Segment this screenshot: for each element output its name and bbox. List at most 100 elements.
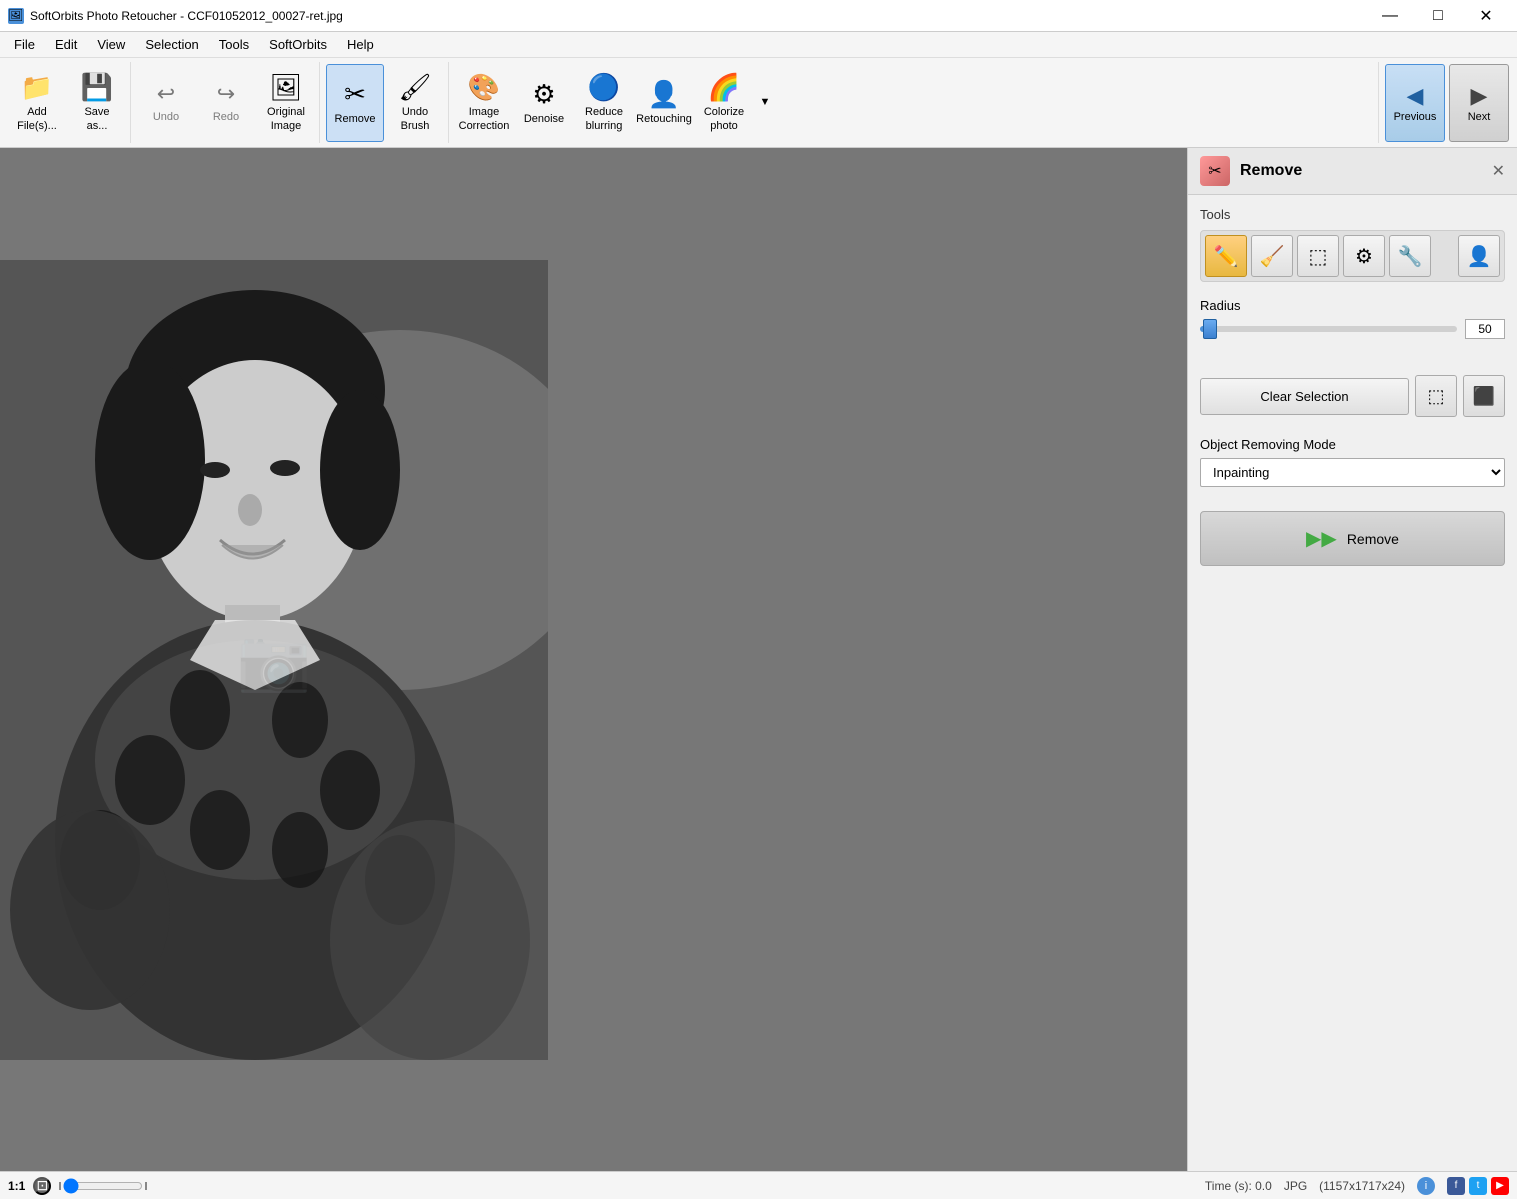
colorize-photo-label: Colorizephoto (704, 106, 744, 132)
remove-label: Remove (1347, 531, 1399, 547)
menu-edit[interactable]: Edit (45, 34, 87, 55)
redo-button[interactable]: ↪ Redo (197, 64, 255, 142)
toolbox-panel: ✂ Remove ✕ Tools ✏️ 🧹 ⬚ ⚙ 🔧 👤 Radius (1187, 148, 1517, 1171)
maximize-button[interactable]: □ (1415, 0, 1461, 32)
radius-slider-track[interactable] (1200, 326, 1457, 332)
select-inside-icon: ⬚ (1427, 386, 1444, 407)
toolbar-group-edit: ↩ Undo ↪ Redo 🖼 OriginalImage (133, 62, 320, 143)
info-button[interactable]: i (1417, 1177, 1435, 1195)
denoise-button[interactable]: ⚙ Denoise (515, 64, 573, 142)
zoom-level: 1:1 (8, 1179, 25, 1193)
image-correction-label: ImageCorrection (459, 106, 510, 132)
social-icons: f t ▶ (1447, 1177, 1509, 1195)
close-button[interactable]: ✕ (1463, 0, 1509, 32)
more-tools-button[interactable]: ▼ (755, 64, 775, 142)
radius-slider-thumb[interactable] (1203, 319, 1217, 339)
tools-section-label: Tools (1200, 207, 1505, 222)
undo-brush-icon: 🖌 (398, 72, 431, 103)
colorize-photo-button[interactable]: 🌈 Colorizephoto (695, 64, 753, 142)
undo-brush-button[interactable]: 🖌 UndoBrush (386, 64, 444, 142)
add-files-button[interactable]: 📁 AddFile(s)... (8, 64, 66, 142)
zoom-tick2 (145, 1182, 147, 1190)
youtube-icon[interactable]: ▶ (1491, 1177, 1509, 1195)
titlebar-left: 🖼 SoftOrbits Photo Retoucher - CCF010520… (8, 8, 343, 24)
zoom-display: 1:1 (8, 1179, 25, 1193)
previous-label: Previous (1394, 111, 1437, 123)
time-label: Time (s): 0.0 (1205, 1179, 1272, 1193)
toolbox-icon: ✂ (1200, 156, 1230, 186)
toolbox-body: Tools ✏️ 🧹 ⬚ ⚙ 🔧 👤 Radius (1188, 195, 1517, 1171)
toolbox-close-button[interactable]: ✕ (1492, 161, 1505, 181)
toolbox-title-area: ✂ Remove (1200, 156, 1302, 186)
menu-softorbits[interactable]: SoftOrbits (259, 34, 337, 55)
wrench-tool-button[interactable]: 🔧 (1389, 235, 1431, 277)
reduce-blurring-button[interactable]: 🔵 Reduceblurring (575, 64, 633, 142)
menu-tools[interactable]: Tools (209, 34, 259, 55)
more-icon: ▼ (760, 96, 771, 109)
next-icon: ▶ (1471, 83, 1488, 109)
select-inside-button[interactable]: ⬚ (1415, 375, 1457, 417)
minimize-button[interactable]: — (1367, 0, 1413, 32)
zoom-slider[interactable] (63, 1178, 143, 1194)
invert-selection-icon: ⬛ (1473, 386, 1495, 407)
brush-tool-button[interactable]: ✏️ (1205, 235, 1247, 277)
menu-selection[interactable]: Selection (135, 34, 208, 55)
original-image-label: OriginalImage (267, 106, 305, 132)
menu-view[interactable]: View (87, 34, 135, 55)
denoise-label: Denoise (524, 113, 564, 126)
twitter-icon[interactable]: t (1469, 1177, 1487, 1195)
add-files-icon: 📁 (21, 72, 53, 103)
image-correction-button[interactable]: 🎨 ImageCorrection (455, 64, 513, 142)
tools-row: ✏️ 🧹 ⬚ ⚙ 🔧 👤 (1200, 230, 1505, 282)
mode-section: Object Removing Mode Inpainting Content-… (1200, 437, 1505, 487)
radius-slider-row (1200, 319, 1505, 339)
toolbox-header: ✂ Remove ✕ (1188, 148, 1517, 195)
facebook-icon[interactable]: f (1447, 1177, 1465, 1195)
dimensions-label: (1157x1717x24) (1319, 1179, 1405, 1193)
next-button[interactable]: ▶ Next (1449, 64, 1509, 142)
remove-tool-icon: ✂ (344, 79, 366, 110)
remove-button[interactable]: ▶▶ Remove (1200, 511, 1505, 566)
undo-brush-label: UndoBrush (401, 106, 430, 132)
clear-selection-label: Clear Selection (1260, 389, 1348, 404)
redo-label: Redo (213, 111, 239, 124)
toolbar-group-corrections: 🎨 ImageCorrection ⚙ Denoise 🔵 Reduceblur… (451, 62, 1379, 143)
stamp-tool-button[interactable]: 👤 (1458, 235, 1500, 277)
action-row: Clear Selection ⬚ ⬛ (1200, 375, 1505, 417)
add-files-label: AddFile(s)... (17, 106, 57, 132)
spacer1 (1200, 355, 1505, 375)
statusbar: 1:1 ⊡ Time (s): 0.0 JPG (1157x1717x24) i… (0, 1171, 1517, 1199)
previous-icon: ◀ (1407, 83, 1424, 109)
original-image-button[interactable]: 🖼 OriginalImage (257, 64, 315, 142)
magic-wand-button[interactable]: ⚙ (1343, 235, 1385, 277)
retouching-button[interactable]: 👤 Retouching (635, 64, 693, 142)
titlebar-controls: — □ ✕ (1367, 0, 1509, 32)
invert-selection-button[interactable]: ⬛ (1463, 375, 1505, 417)
fit-to-screen-button[interactable]: ⊡ (33, 1177, 51, 1195)
statusbar-left: 1:1 ⊡ (8, 1177, 1193, 1195)
previous-button[interactable]: ◀ Previous (1385, 64, 1445, 142)
clear-selection-button[interactable]: Clear Selection (1200, 378, 1409, 415)
eraser-tool-button[interactable]: 🧹 (1251, 235, 1293, 277)
toolbar-group-file: 📁 AddFile(s)... 💾 Saveas... (4, 62, 131, 143)
save-as-button[interactable]: 💾 Saveas... (68, 64, 126, 142)
canvas-area[interactable] (0, 148, 1187, 1171)
undo-button[interactable]: ↩ Undo (137, 64, 195, 142)
image-correction-icon: 🎨 (468, 72, 500, 103)
remove-tool-label: Remove (335, 113, 376, 126)
radius-value-input[interactable] (1465, 319, 1505, 339)
redo-icon: ↪ (217, 81, 235, 107)
next-label: Next (1468, 111, 1491, 123)
menu-file[interactable]: File (4, 34, 45, 55)
denoise-icon: ⚙ (532, 79, 555, 110)
selection-tool-button[interactable]: ⬚ (1297, 235, 1339, 277)
zoom-bar (59, 1178, 147, 1194)
window-title: SoftOrbits Photo Retoucher - CCF01052012… (30, 9, 343, 23)
remove-tool-button[interactable]: ✂ Remove (326, 64, 384, 142)
photo-container (0, 148, 1187, 1171)
menu-help[interactable]: Help (337, 34, 384, 55)
zoom-tick1 (59, 1182, 61, 1190)
mode-select[interactable]: Inpainting Content-Aware Fill Simple Fil… (1200, 458, 1505, 487)
reduce-blurring-label: Reduceblurring (585, 106, 623, 132)
toolbar-group-tools: ✂ Remove 🖌 UndoBrush (322, 62, 449, 143)
